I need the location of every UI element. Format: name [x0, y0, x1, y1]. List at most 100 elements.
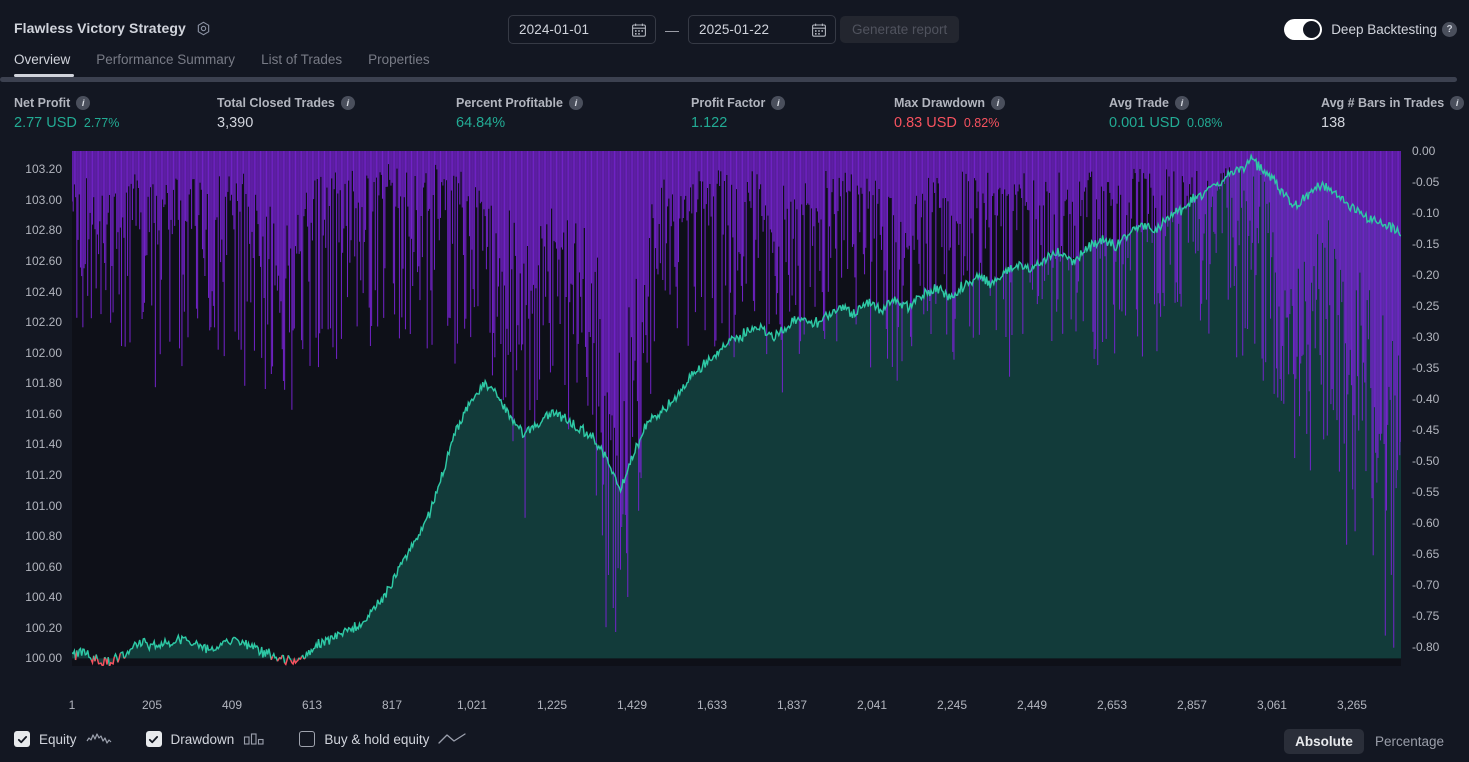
metric-percent-profitable: Percent Profitable i 64.84% [456, 96, 583, 131]
y-axis-left-tick: 103.00 [25, 192, 62, 207]
metric-values: 0.001 USD 0.08% [1109, 115, 1222, 131]
y-axis-right-tick: -0.80 [1412, 640, 1440, 655]
horizontal-scrollbar[interactable] [0, 77, 1457, 82]
metric-header: Total Closed Trades i [217, 96, 355, 110]
metric-value: 138 [1321, 115, 1346, 131]
metric-value: 2.77 USD [14, 115, 77, 131]
x-axis-tick: 2,041 [856, 698, 887, 712]
generate-report-button[interactable]: Generate report [840, 16, 960, 43]
info-icon[interactable]: i [76, 96, 91, 110]
x-axis: 1 205 409 613 817 1,021 1,225 1,429 1,633 1,837 2,… [0, 698, 1469, 718]
x-axis-tick: 3,265 [1336, 698, 1367, 712]
x-axis-tick: 2,245 [936, 698, 967, 712]
info-icon[interactable]: i [568, 96, 583, 110]
x-axis-tick: 409 [221, 698, 242, 712]
date-to-value: 2025-01-22 [699, 22, 770, 37]
deep-backtesting-label: Deep Backtesting [1331, 22, 1437, 37]
equity-line-icon [86, 732, 112, 746]
metric-value: 3,390 [217, 115, 254, 131]
y-axis-left-tick: 100.00 [25, 651, 62, 666]
info-icon[interactable]: i [1174, 96, 1189, 110]
y-axis-left-tick: 103.20 [25, 162, 62, 177]
y-axis-right-tick: -0.60 [1412, 516, 1440, 531]
deep-backtesting-toggle[interactable] [1284, 19, 1323, 40]
tab-bar: Overview Performance Summary List of Tra… [14, 52, 430, 77]
tab-performance-summary[interactable]: Performance Summary [96, 52, 235, 77]
active-tab-indicator [14, 74, 74, 77]
metric-header: Avg # Bars in Trades i [1321, 96, 1465, 110]
metric-value: 64.84% [456, 115, 506, 131]
metric-header: Percent Profitable i [456, 96, 583, 110]
legend-item-buy-hold-equity[interactable]: Buy & hold equity [299, 731, 467, 747]
drawdown-checkbox[interactable] [145, 731, 162, 747]
scale-mode-percentage[interactable]: Percentage [1364, 729, 1455, 754]
y-axis-right-tick: -0.70 [1412, 578, 1440, 593]
y-axis-right-tick: -0.65 [1412, 547, 1440, 562]
y-axis-left-tick: 100.80 [25, 529, 62, 544]
buyhold-line-icon [438, 732, 467, 746]
metric-values: 138 [1321, 115, 1464, 131]
y-axis-left-tick: 101.40 [25, 437, 62, 452]
metric-value-secondary: 0.82% [963, 116, 1000, 130]
metric-label: Total Closed Trades [217, 96, 335, 110]
info-icon[interactable]: i [340, 96, 355, 110]
chart-footer: Equity Drawdown Buy & hold equity Absolu… [0, 720, 1469, 762]
buy-hold-equity-checkbox[interactable] [299, 731, 316, 747]
y-axis-left-tick: 102.80 [25, 223, 62, 238]
date-from-value: 2024-01-01 [519, 22, 590, 37]
equity-checkbox[interactable] [14, 731, 30, 747]
metric-value-secondary: 2.77% [83, 116, 120, 130]
info-icon[interactable]: i [991, 96, 1005, 110]
metric-values: 2.77 USD 2.77% [14, 115, 119, 131]
chart-canvas [72, 151, 1401, 666]
metric-header: Max Drawdown i [894, 96, 1005, 110]
y-axis-left-tick: 101.00 [25, 498, 62, 513]
y-axis-right-tick: -0.55 [1412, 485, 1440, 500]
y-axis-left-tick: 101.20 [25, 467, 62, 482]
y-axis-left: 103.20 103.00 102.80 102.60 102.40 102.20 102.… [0, 146, 72, 676]
strategy-settings-icon[interactable] [196, 21, 211, 36]
toggle-knob [1303, 21, 1321, 38]
x-axis-tick: 205 [141, 698, 162, 712]
x-axis-tick: 2,653 [1096, 698, 1127, 712]
y-axis-left-tick: 100.40 [25, 590, 62, 605]
metric-value-secondary: 0.08% [1186, 116, 1223, 130]
strategy-tester-panel: Flawless Victory Strategy 2024-01-01 — 2… [0, 0, 1469, 762]
page-title: Flawless Victory Strategy [14, 20, 186, 36]
metric-header: Avg Trade i [1109, 96, 1222, 110]
chart-plot-area[interactable] [72, 151, 1401, 666]
help-icon[interactable]: ? [1442, 22, 1457, 37]
calendar-icon[interactable] [811, 22, 827, 38]
toolbar: Flawless Victory Strategy 2024-01-01 — 2… [0, 0, 1469, 48]
x-axis-tick: 817 [381, 698, 402, 712]
x-axis-tick: 1,633 [696, 698, 727, 712]
y-axis-right-tick: -0.50 [1412, 454, 1440, 469]
legend-label-equity: Equity [39, 731, 77, 747]
x-axis-tick: 613 [301, 698, 322, 712]
info-icon[interactable]: i [1450, 96, 1465, 110]
info-icon[interactable]: i [771, 96, 786, 110]
metric-values: 0.83 USD 0.82% [894, 115, 1005, 131]
date-to-input[interactable]: 2025-01-22 [688, 15, 836, 44]
y-axis-left-tick: 102.20 [25, 315, 62, 330]
legend-label-drawdown: Drawdown [170, 731, 235, 747]
scale-mode-absolute[interactable]: Absolute [1284, 729, 1364, 754]
date-range-picker: 2024-01-01 — 2025-01-22 [508, 15, 836, 44]
tab-properties[interactable]: Properties [368, 52, 430, 77]
y-axis-right-tick: -0.30 [1412, 330, 1440, 345]
chart-legend: Equity Drawdown Buy & hold equity [14, 731, 467, 747]
deep-backtesting-control: Deep Backtesting ? [1284, 19, 1457, 40]
legend-item-drawdown[interactable]: Drawdown [145, 731, 266, 747]
metric-label: Max Drawdown [894, 96, 985, 110]
legend-item-equity[interactable]: Equity [14, 731, 112, 747]
metric-label: Avg Trade [1109, 96, 1169, 110]
date-range-separator: — [665, 21, 679, 38]
date-from-input[interactable]: 2024-01-01 [508, 15, 656, 44]
metric-net-profit: Net Profit i 2.77 USD 2.77% [14, 96, 119, 131]
y-axis-right: 0.00 -0.05 -0.10 -0.15 -0.20 -0.25 -0.30 -0.35 -… [1400, 144, 1469, 676]
y-axis-right-tick: -0.05 [1412, 175, 1440, 190]
metrics-row: Net Profit i 2.77 USD 2.77% Total Closed Tra… [0, 96, 1469, 144]
calendar-icon[interactable] [631, 22, 647, 38]
metric-label: Percent Profitable [456, 96, 563, 110]
tab-list-of-trades[interactable]: List of Trades [261, 52, 342, 77]
